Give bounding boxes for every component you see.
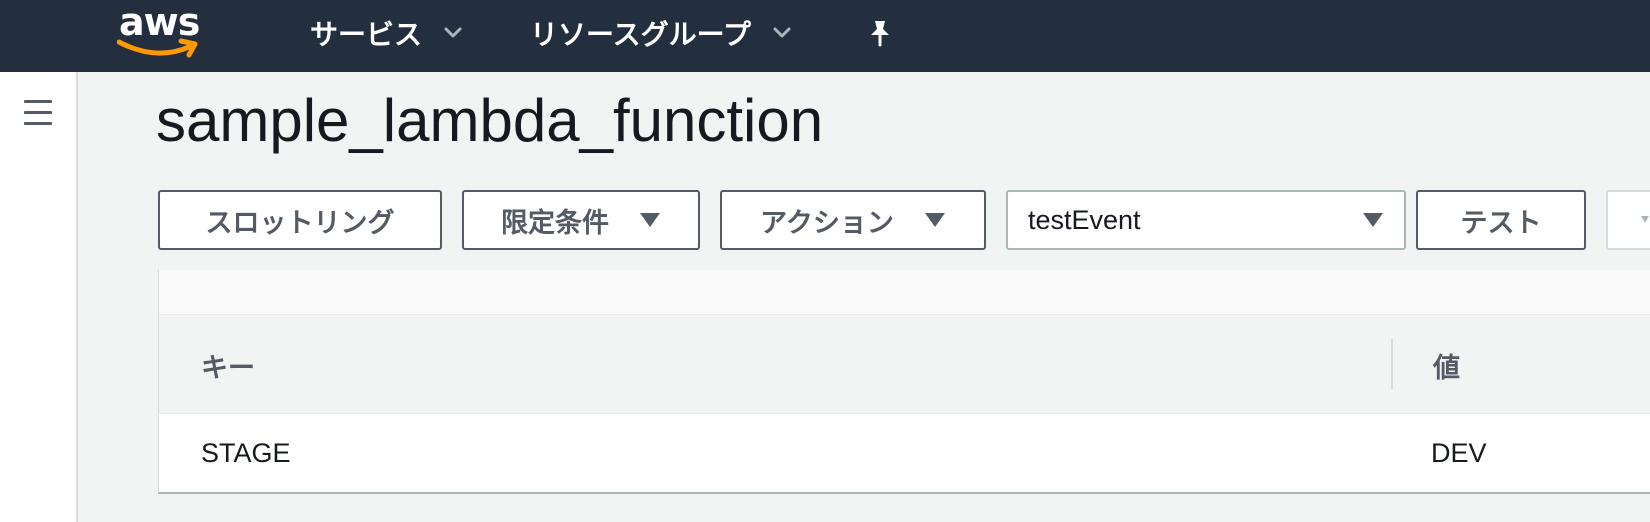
pushpin-icon[interactable] (864, 0, 896, 66)
test-event-select[interactable]: testEvent (1006, 190, 1406, 250)
clipped-button-caret-icon (1640, 215, 1650, 225)
throttle-button[interactable]: スロットリング (158, 190, 442, 250)
resource-groups-menu-label: リソースグループ (530, 18, 751, 51)
top-navigation-bar: aws サービス リソースグループ (0, 0, 1650, 72)
throttle-button-label: スロットリング (205, 207, 395, 239)
caret-down-icon (1362, 212, 1384, 228)
page-title: sample_lambda_function (156, 87, 824, 154)
hamburger-icon[interactable] (22, 100, 54, 128)
services-menu-label: サービス (310, 18, 423, 51)
aws-smile-icon (117, 38, 198, 58)
env-var-value: DEV (1431, 437, 1487, 468)
test-button-label: テスト (1460, 207, 1542, 239)
services-menu[interactable]: サービス (310, 0, 462, 66)
save-button[interactable] (1606, 190, 1650, 250)
column-header-key: キー (201, 352, 255, 384)
environment-variables-panel: キー 値 STAGE DEV (158, 270, 1650, 494)
left-sidebar (0, 72, 78, 522)
column-divider[interactable] (1391, 339, 1393, 389)
actions-dropdown-label: アクション (760, 207, 894, 239)
qualifiers-dropdown[interactable]: 限定条件 (462, 190, 700, 250)
qualifiers-dropdown-label: 限定条件 (501, 207, 609, 239)
chevron-down-icon (444, 27, 462, 39)
table-header: キー 値 (159, 314, 1650, 414)
actions-dropdown[interactable]: アクション (720, 190, 986, 250)
resource-groups-menu[interactable]: リソースグループ (530, 0, 791, 66)
env-var-key: STAGE (201, 437, 291, 468)
aws-logo[interactable]: aws (117, 0, 203, 60)
chevron-down-icon (773, 27, 791, 39)
test-event-selected-value: testEvent (1028, 204, 1141, 235)
test-button[interactable]: テスト (1416, 190, 1586, 250)
column-header-value: 値 (1433, 352, 1460, 384)
caret-down-icon (639, 212, 661, 228)
caret-down-icon (924, 212, 946, 228)
table-row: STAGE DEV (159, 414, 1650, 492)
